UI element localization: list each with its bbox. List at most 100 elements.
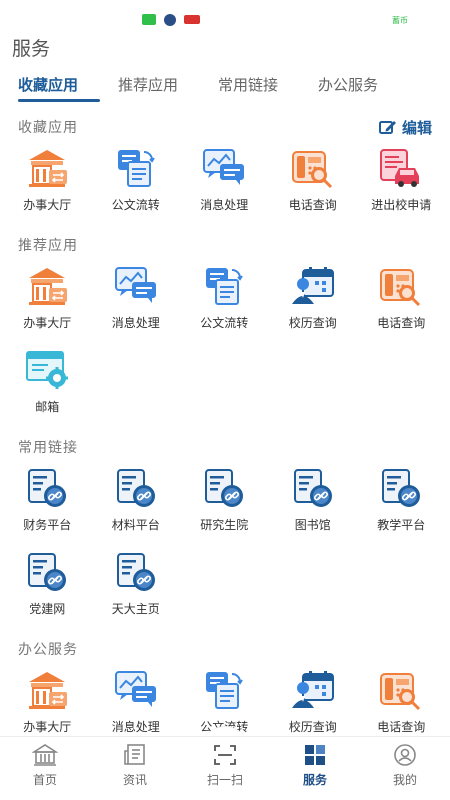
status-icons bbox=[142, 14, 200, 26]
nav-label: 服务 bbox=[302, 773, 327, 787]
campus-car-icon bbox=[377, 146, 425, 190]
news-icon bbox=[124, 744, 145, 765]
link-doc-icon bbox=[23, 466, 71, 510]
app-item-recommended-5[interactable]: 邮箱 bbox=[3, 346, 92, 430]
nav-label: 首页 bbox=[32, 773, 57, 787]
phone-query-icon bbox=[377, 668, 425, 712]
favorites-grid: 办事大厅 公文流转 消息处理 电话查询 进出校申请 bbox=[0, 144, 450, 228]
app-notification-icon bbox=[164, 14, 176, 26]
app-item-favorites-4[interactable]: 进出校申请 bbox=[357, 144, 446, 228]
phone-query-icon bbox=[289, 146, 337, 190]
app-item-office-4[interactable]: 电话查询 bbox=[357, 666, 446, 736]
app-item-links-4[interactable]: 教学平台 bbox=[357, 464, 446, 548]
app-label: 研究生院 bbox=[200, 518, 249, 532]
app-notification-icon bbox=[142, 14, 156, 25]
app-label: 办事大厅 bbox=[23, 316, 72, 330]
document-flow-icon bbox=[112, 146, 160, 190]
app-label: 电话查询 bbox=[288, 198, 337, 212]
edit-icon bbox=[378, 121, 396, 134]
status-right-text: 蓄币 bbox=[392, 16, 408, 25]
tab-recommended[interactable]: 推荐应用 bbox=[118, 74, 200, 104]
document-flow-icon bbox=[200, 264, 248, 308]
app-item-recommended-2[interactable]: 公文流转 bbox=[180, 262, 269, 346]
service-content[interactable]: 收藏应用 编辑 办事大厅 公文流转 消息处理 电话查询 进出校申请 推荐应用 办事大厅消… bbox=[0, 110, 450, 736]
nav-mine[interactable]: 我的 bbox=[360, 737, 450, 800]
app-label: 进出校申请 bbox=[371, 198, 432, 212]
nav-service[interactable]: 服务 bbox=[270, 737, 360, 800]
recommended-grid: 办事大厅 消息处理 公文流转 校历查询 电话查询邮箱 bbox=[0, 262, 450, 430]
app-item-recommended-1[interactable]: 消息处理 bbox=[92, 262, 181, 346]
app-item-links-6[interactable]: 天大主页 bbox=[92, 548, 181, 632]
app-label: 材料平台 bbox=[111, 518, 160, 532]
edit-button[interactable]: 编辑 bbox=[378, 117, 432, 138]
hall-icon bbox=[23, 146, 71, 190]
message-icon bbox=[112, 668, 160, 712]
hall-icon bbox=[23, 264, 71, 308]
tab-bar: 收藏应用 推荐应用 常用链接 办公服务 bbox=[0, 74, 450, 104]
message-icon bbox=[200, 146, 248, 190]
app-label: 电话查询 bbox=[377, 720, 426, 734]
nav-news[interactable]: 资讯 bbox=[90, 737, 180, 800]
nav-label: 我的 bbox=[392, 773, 417, 787]
nav-label: 资讯 bbox=[122, 773, 147, 787]
app-item-favorites-0[interactable]: 办事大厅 bbox=[3, 144, 92, 228]
mail-gear-icon bbox=[23, 348, 71, 392]
app-item-recommended-4[interactable]: 电话查询 bbox=[357, 262, 446, 346]
app-item-links-3[interactable]: 图书馆 bbox=[269, 464, 358, 548]
app-label: 办事大厅 bbox=[23, 198, 72, 212]
link-doc-icon bbox=[289, 466, 337, 510]
section-title: 办公服务 bbox=[18, 642, 78, 658]
app-label: 公文流转 bbox=[200, 316, 249, 330]
section-title: 收藏应用 bbox=[18, 120, 78, 136]
calendar-user-icon bbox=[289, 668, 337, 712]
scan-icon bbox=[214, 745, 236, 765]
calendar-user-icon bbox=[289, 264, 337, 308]
links-grid: 财务平台 材料平台 研究生院 图书馆 教学平台党建网 天大主页 bbox=[0, 464, 450, 632]
section-title: 常用链接 bbox=[18, 440, 78, 456]
app-label: 图书馆 bbox=[294, 518, 331, 532]
app-item-office-0[interactable]: 办事大厅 bbox=[3, 666, 92, 736]
app-item-links-1[interactable]: 材料平台 bbox=[92, 464, 181, 548]
app-item-favorites-1[interactable]: 公文流转 bbox=[92, 144, 181, 228]
app-label: 党建网 bbox=[29, 602, 66, 616]
app-label: 公文流转 bbox=[111, 198, 160, 212]
grid-apps-icon bbox=[305, 745, 325, 765]
phone-query-icon bbox=[377, 264, 425, 308]
app-label: 消息处理 bbox=[200, 198, 249, 212]
app-label: 校历查询 bbox=[288, 720, 337, 734]
section-title: 推荐应用 bbox=[18, 238, 78, 254]
app-item-favorites-2[interactable]: 消息处理 bbox=[180, 144, 269, 228]
section-office: 办公服务 办事大厅消息处理公文流转校历查询电话查询 bbox=[0, 632, 450, 736]
tab-links[interactable]: 常用链接 bbox=[218, 74, 300, 104]
hall-icon bbox=[23, 668, 71, 712]
app-item-links-0[interactable]: 财务平台 bbox=[3, 464, 92, 548]
nav-home[interactable]: 首页 bbox=[0, 737, 90, 800]
document-flow-icon bbox=[200, 668, 248, 712]
app-label: 教学平台 bbox=[377, 518, 426, 532]
tab-office[interactable]: 办公服务 bbox=[318, 74, 400, 104]
link-doc-icon bbox=[112, 550, 160, 594]
section-links: 常用链接 财务平台 材料平台 研究生院 图书馆 教学平台党建网 天大主页 bbox=[0, 430, 450, 632]
app-item-recommended-0[interactable]: 办事大厅 bbox=[3, 262, 92, 346]
app-item-links-2[interactable]: 研究生院 bbox=[180, 464, 269, 548]
app-item-office-1[interactable]: 消息处理 bbox=[92, 666, 181, 736]
tab-favorites[interactable]: 收藏应用 bbox=[18, 74, 100, 104]
app-label: 天大主页 bbox=[111, 602, 160, 616]
page-title: 服务 bbox=[12, 38, 51, 60]
edit-label: 编辑 bbox=[401, 118, 432, 137]
app-item-favorites-3[interactable]: 电话查询 bbox=[269, 144, 358, 228]
app-label: 校历查询 bbox=[288, 316, 337, 330]
app-label: 邮箱 bbox=[35, 400, 60, 414]
nav-label: 扫一扫 bbox=[206, 773, 243, 787]
nav-scan[interactable]: 扫一扫 bbox=[180, 737, 270, 800]
app-item-links-5[interactable]: 党建网 bbox=[3, 548, 92, 632]
status-bar: 蓄币 bbox=[0, 0, 450, 40]
app-item-recommended-3[interactable]: 校历查询 bbox=[269, 262, 358, 346]
link-doc-icon bbox=[112, 466, 160, 510]
section-favorites: 收藏应用 编辑 办事大厅 公文流转 消息处理 电话查询 进出校申请 bbox=[0, 110, 450, 228]
app-item-office-3[interactable]: 校历查询 bbox=[269, 666, 358, 736]
app-label: 办事大厅 bbox=[23, 720, 72, 734]
app-label: 消息处理 bbox=[111, 316, 160, 330]
home-building-icon bbox=[32, 744, 58, 766]
message-icon bbox=[112, 264, 160, 308]
